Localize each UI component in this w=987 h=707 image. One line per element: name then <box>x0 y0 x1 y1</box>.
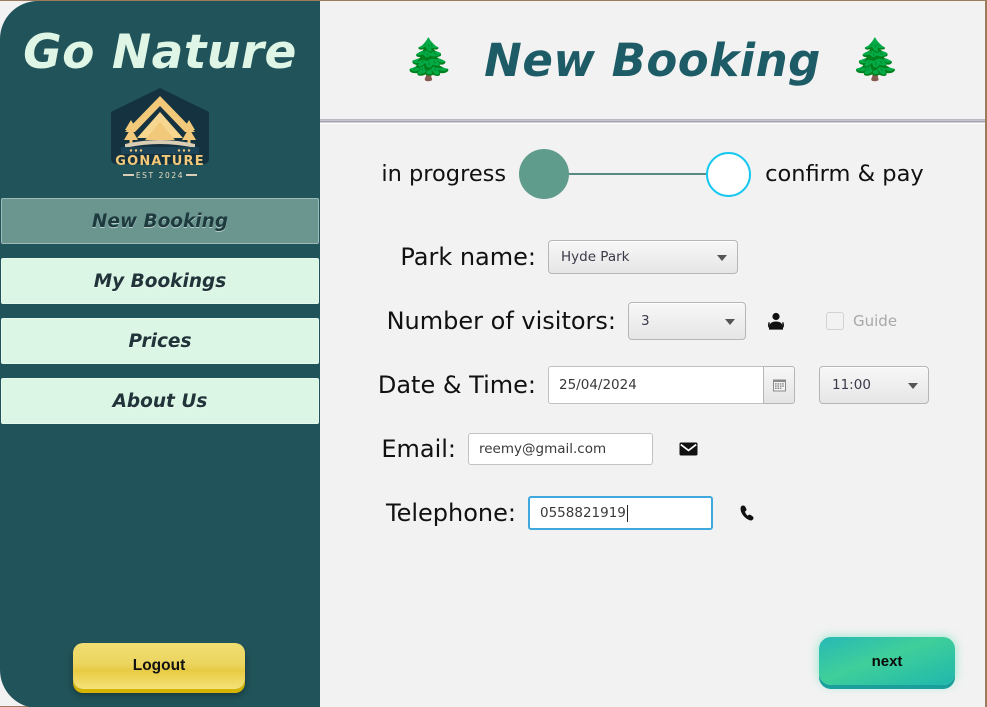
visitors-label: Number of visitors: <box>386 307 616 335</box>
header-divider <box>320 119 985 124</box>
park-name-label: Park name: <box>400 243 536 271</box>
svg-text:GONATURE: GONATURE <box>115 154 205 169</box>
phone-icon <box>739 504 757 522</box>
next-button[interactable]: next <box>819 637 955 685</box>
date-input[interactable]: 25/04/2024 <box>548 366 763 404</box>
gonature-logo: GONATURE EST 2024 <box>99 86 221 182</box>
park-name-row: Park name: Hyde Park <box>320 229 985 285</box>
chevron-down-icon <box>908 383 918 389</box>
visitors-select[interactable]: 3 <box>628 302 746 340</box>
step-indicator-current <box>519 149 570 199</box>
time-select-wrapper: 11:00 <box>819 366 929 404</box>
sidebar-item-prices[interactable]: Prices <box>1 318 319 364</box>
sidebar-item-label: My Bookings <box>93 270 227 292</box>
sidebar-menu: New Booking My Bookings Prices About Us <box>0 198 320 424</box>
park-name-select[interactable]: Hyde Park <box>548 240 738 274</box>
sidebar: Go Nature GONATURE EST 2024 New Booking … <box>0 1 320 707</box>
calendar-icon[interactable] <box>763 366 795 404</box>
guide-checkbox-group[interactable]: Guide <box>826 312 897 330</box>
park-name-value: Hyde Park <box>561 249 630 265</box>
sidebar-item-about-us[interactable]: About Us <box>1 378 319 424</box>
sidebar-item-label: New Booking <box>91 210 229 232</box>
step-connector-line <box>569 173 707 175</box>
step-label-in-progress: in progress <box>381 161 507 187</box>
guide-checkbox[interactable] <box>826 312 844 330</box>
tree-icon-right: 🌲 <box>850 37 901 83</box>
step-label-confirm-pay: confirm & pay <box>765 161 924 187</box>
email-row: Email: reemy@gmail.com <box>320 421 985 477</box>
sidebar-item-my-bookings[interactable]: My Bookings <box>1 258 319 304</box>
phone-glyph <box>740 505 754 521</box>
svg-text:EST 2024: EST 2024 <box>136 171 184 180</box>
text-cursor <box>626 504 628 522</box>
chevron-down-icon <box>725 319 735 325</box>
tree-icon-left: 🌲 <box>404 37 455 83</box>
brand-title: Go Nature <box>23 25 297 80</box>
email-field[interactable]: reemy@gmail.com <box>468 433 653 465</box>
sidebar-item-new-booking[interactable]: New Booking <box>1 198 319 244</box>
page-header: 🌲 New Booking 🌲 <box>320 1 985 119</box>
envelope-glyph <box>679 442 698 456</box>
progress-stepper: in progress confirm & pay <box>320 149 985 199</box>
visitors-value: 3 <box>641 313 650 329</box>
chevron-down-icon <box>717 255 727 261</box>
telephone-label: Telephone: <box>386 499 516 527</box>
visitors-row: Number of visitors: 3 Guide <box>320 293 985 349</box>
time-value: 11:00 <box>832 377 871 393</box>
application-window: Go Nature GONATURE EST 2024 New Booking … <box>0 0 987 707</box>
page-title: New Booking <box>484 33 821 87</box>
date-value: 25/04/2024 <box>559 377 637 393</box>
time-select[interactable]: 11:00 <box>819 366 929 404</box>
telephone-value: 0558821919 <box>540 505 626 521</box>
main-content: 🌲 New Booking 🌲 in progress confirm & pa… <box>320 1 985 707</box>
sidebar-item-label: Prices <box>128 330 192 352</box>
people-icon <box>766 311 786 331</box>
logo-badge-icon: GONATURE EST 2024 <box>111 88 209 180</box>
calendar-glyph <box>772 379 786 391</box>
sidebar-item-label: About Us <box>112 390 208 412</box>
step-indicator-upcoming <box>706 151 752 197</box>
people-glyph <box>768 312 784 330</box>
telephone-row: Telephone: 0558821919 <box>320 485 985 541</box>
booking-form: Park name: Hyde Park Number of visitors:… <box>320 229 985 541</box>
logout-button[interactable]: Logout <box>73 643 245 689</box>
envelope-icon <box>679 442 698 456</box>
email-value: reemy@gmail.com <box>479 441 607 457</box>
datetime-label: Date & Time: <box>377 371 536 399</box>
email-label: Email: <box>381 435 456 463</box>
guide-label: Guide <box>853 312 898 330</box>
telephone-field[interactable]: 0558821919 <box>528 496 713 530</box>
datetime-row: Date & Time: 25/04/2024 11:00 <box>320 357 985 413</box>
